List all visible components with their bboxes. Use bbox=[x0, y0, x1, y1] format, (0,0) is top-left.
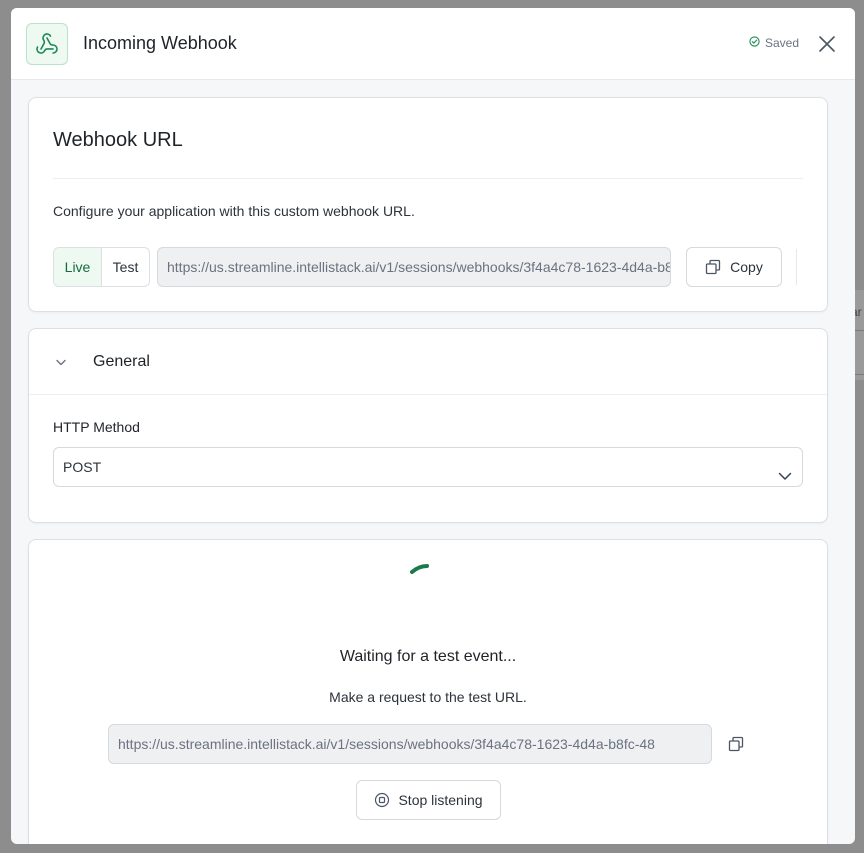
copy-url-button[interactable]: Copy bbox=[686, 247, 782, 287]
chevron-down-icon bbox=[54, 355, 68, 374]
webhook-icon bbox=[26, 23, 68, 65]
modal-title: Incoming Webhook bbox=[83, 33, 237, 53]
waiting-title: Waiting for a test event... bbox=[339, 648, 517, 665]
webhook-url-title: Webhook URL bbox=[53, 129, 183, 151]
vertical-divider bbox=[796, 249, 797, 285]
modal-header: Incoming Webhook Saved bbox=[11, 8, 855, 80]
mode-test-button[interactable]: Test bbox=[102, 248, 149, 286]
webhook-modal: Incoming Webhook Saved Webhook URL Confi… bbox=[11, 8, 855, 844]
test-url-field[interactable]: https://us.streamline.intellistack.ai/v1… bbox=[108, 724, 712, 764]
test-listener-card: Waiting for a test event... Make a reque… bbox=[28, 539, 828, 844]
copy-icon[interactable] bbox=[728, 736, 744, 757]
saved-label: Saved bbox=[765, 36, 800, 50]
http-method-value: POST bbox=[63, 459, 102, 475]
stop-listening-label: Stop listening bbox=[398, 792, 483, 808]
http-method-select[interactable]: POST bbox=[53, 447, 803, 487]
stop-circle-icon bbox=[375, 792, 390, 808]
loading-spinner-icon bbox=[407, 564, 437, 599]
webhook-url-card: Webhook URL Configure your application w… bbox=[28, 97, 828, 312]
copy-label: Copy bbox=[730, 259, 763, 275]
mode-live-button[interactable]: Live bbox=[54, 248, 102, 286]
waiting-subtitle: Make a request to the test URL. bbox=[329, 689, 527, 705]
webhook-url-field[interactable]: https://us.streamline.intellistack.ai/v1… bbox=[157, 247, 671, 287]
chevron-down-icon bbox=[777, 460, 793, 498]
webhook-url-description: Configure your application with this cus… bbox=[53, 203, 415, 219]
http-method-label: HTTP Method bbox=[53, 419, 140, 435]
saved-status: Saved bbox=[749, 36, 799, 50]
close-icon bbox=[819, 36, 835, 52]
mode-toggle: Live Test bbox=[53, 247, 150, 287]
general-title: General bbox=[93, 353, 150, 370]
stop-listening-button[interactable]: Stop listening bbox=[356, 780, 501, 820]
divider bbox=[53, 178, 803, 179]
general-card: General HTTP Method POST bbox=[28, 328, 828, 523]
copy-icon bbox=[706, 259, 721, 275]
check-circle-icon bbox=[749, 36, 760, 50]
close-button[interactable] bbox=[815, 32, 839, 56]
general-section-header[interactable]: General bbox=[29, 329, 827, 395]
